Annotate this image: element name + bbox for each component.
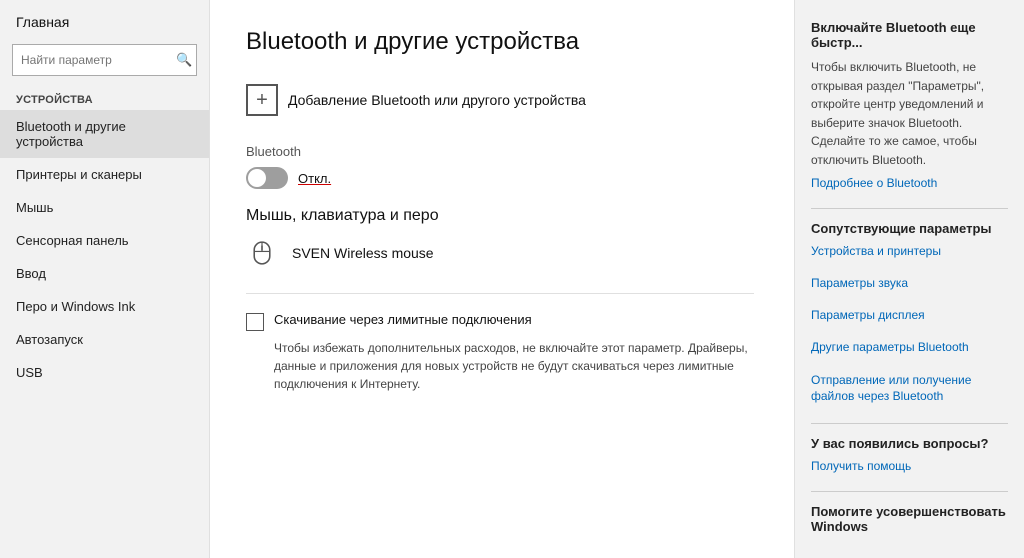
quick-link[interactable]: Подробнее о Bluetooth [811,176,1008,190]
bluetooth-toggle[interactable] [246,167,288,189]
sidebar-item-printers[interactable]: Принтеры и сканеры [0,158,209,191]
questions-link[interactable]: Получить помощь [811,459,1008,473]
companion-link-1[interactable]: Параметры звука [811,276,1008,290]
improve-title: Помогите усовершенствовать Windows [811,504,1008,534]
add-icon: + [246,84,278,116]
quick-desc: Чтобы включить Bluetooth, не открывая ра… [811,58,1008,170]
download-checkbox-label: Скачивание через лимитные подключения [274,312,532,327]
download-checkbox-row: Скачивание через лимитные подключения [246,312,754,331]
bluetooth-toggle-row: Откл. [246,167,754,189]
page-title: Bluetooth и другие устройства [246,28,754,56]
search-icon: 🔍 [176,52,192,68]
toggle-knob [248,169,266,187]
mouse-section-title: Мышь, клавиатура и перо [246,207,754,225]
quick-title: Включайте Bluetooth еще быстр... [811,20,1008,50]
sidebar: Главная 🔍 УСТРОЙСТВА Bluetooth и другие … [0,0,210,558]
main-content: Bluetooth и другие устройства + Добавлен… [210,0,794,558]
divider-2 [811,423,1008,424]
companion-link-0[interactable]: Устройства и принтеры [811,244,1008,258]
bluetooth-section-label: Bluetooth [246,144,754,159]
right-panel: Включайте Bluetooth еще быстр... Чтобы в… [794,0,1024,558]
add-device-label: Добавление Bluetooth или другого устройс… [288,92,586,108]
questions-title: У вас появились вопросы? [811,436,1008,451]
device-item-mouse[interactable]: SVEN Wireless mouse [246,237,754,269]
companion-link-2[interactable]: Параметры дисплея [811,308,1008,322]
divider-3 [811,491,1008,492]
download-checkbox-desc: Чтобы избежать дополнительных расходов, … [274,339,754,393]
sidebar-home[interactable]: Главная [0,0,209,40]
download-section: Скачивание через лимитные подключения Чт… [246,293,754,393]
sidebar-item-mouse[interactable]: Мышь [0,191,209,224]
companion-title: Сопутствующие параметры [811,221,1008,236]
download-checkbox[interactable] [246,313,264,331]
sidebar-section-title: УСТРОЙСТВА [0,86,209,110]
search-box[interactable]: 🔍 [12,44,197,76]
device-name: SVEN Wireless mouse [292,245,434,261]
search-input[interactable] [21,53,176,67]
companion-link-4[interactable]: Отправление или получение файлов через B… [811,372,1008,406]
companion-link-3[interactable]: Другие параметры Bluetooth [811,340,1008,354]
add-device-button[interactable]: + Добавление Bluetooth или другого устро… [246,78,754,122]
bluetooth-toggle-label: Откл. [298,171,331,186]
sidebar-item-pen[interactable]: Перо и Windows Ink [0,290,209,323]
mouse-icon [246,237,278,269]
sidebar-item-autorun[interactable]: Автозапуск [0,323,209,356]
sidebar-item-touchpad[interactable]: Сенсорная панель [0,224,209,257]
divider-1 [811,208,1008,209]
sidebar-item-usb[interactable]: USB [0,356,209,389]
sidebar-item-input[interactable]: Ввод [0,257,209,290]
sidebar-item-bluetooth[interactable]: Bluetooth и другие устройства [0,110,209,158]
